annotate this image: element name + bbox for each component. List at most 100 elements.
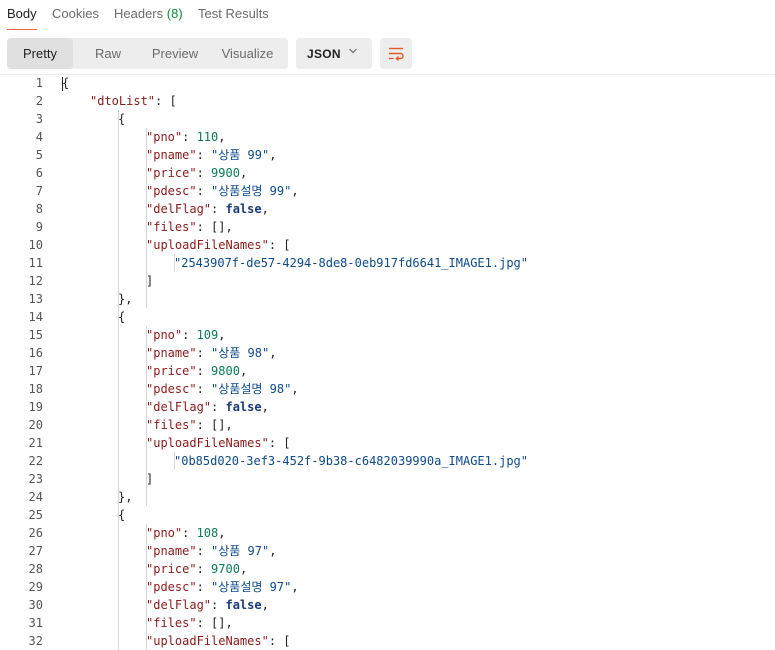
json-punctuation: , bbox=[239, 166, 248, 180]
code-line-content: }, bbox=[118, 290, 132, 308]
line-number: 23 bbox=[28, 472, 43, 486]
json-punctuation: : bbox=[196, 166, 212, 180]
tab-test-results-label: Test Results bbox=[198, 6, 269, 21]
json-punctuation: : bbox=[196, 382, 212, 396]
tab-body-label: Body bbox=[7, 6, 37, 21]
code-line-content: "pdesc": "상품설명 97", bbox=[146, 578, 299, 596]
code-line-content: "price": 9800, bbox=[146, 362, 247, 380]
wrap-lines-button[interactable] bbox=[380, 38, 412, 69]
line-number: 15 bbox=[28, 328, 43, 342]
code-line: 24}, bbox=[0, 488, 775, 506]
code-line: 27 "pname": "상품 97", bbox=[0, 542, 775, 560]
json-punctuation: : [ bbox=[268, 238, 291, 252]
chevron-down-icon bbox=[349, 48, 357, 54]
json-punctuation: : [ bbox=[155, 94, 177, 108]
json-punctuation: : bbox=[196, 544, 212, 558]
json-boolean: false bbox=[225, 400, 262, 414]
code-line-content: { bbox=[62, 74, 69, 92]
json-punctuation: : bbox=[182, 130, 197, 144]
json-key: "delFlag" bbox=[146, 400, 212, 414]
line-number: 21 bbox=[28, 436, 43, 450]
code-line: 1{ bbox=[0, 74, 775, 92]
code-line: 7 "pdesc": "상품설명 99", bbox=[0, 182, 775, 200]
code-line-content: "files": [], bbox=[146, 614, 233, 632]
json-punctuation: : bbox=[196, 148, 212, 162]
json-punctuation: : bbox=[182, 526, 197, 540]
code-line-content: { bbox=[118, 308, 125, 326]
json-key: "pno" bbox=[146, 328, 183, 342]
json-string: "상품설명 98" bbox=[211, 382, 292, 396]
response-body-viewer[interactable]: 1{2 "dtoList": [3{4 "pno": 110, 5 "pname": "… bbox=[0, 74, 775, 650]
code-line-content: "pno": 108, bbox=[146, 524, 226, 542]
json-punctuation: , bbox=[218, 526, 226, 540]
line-number: 30 bbox=[28, 598, 43, 612]
line-number: 32 bbox=[28, 634, 43, 648]
code-line-content: "price": 9700, bbox=[146, 560, 247, 578]
line-number: 10 bbox=[28, 238, 43, 252]
tab-test-results[interactable]: Test Results bbox=[198, 6, 269, 21]
code-line-content: { bbox=[118, 506, 125, 524]
line-number: 5 bbox=[35, 148, 43, 162]
json-key: "files" bbox=[146, 220, 197, 234]
tab-cookies[interactable]: Cookies bbox=[52, 6, 99, 21]
code-line: 21 "uploadFileNames": [ bbox=[0, 434, 775, 452]
code-line: 28 "price": 9700, bbox=[0, 560, 775, 578]
json-boolean: false bbox=[225, 202, 262, 216]
code-line: 18 "pdesc": "상품설명 98", bbox=[0, 380, 775, 398]
code-line: 31 "files": [], bbox=[0, 614, 775, 632]
line-number: 20 bbox=[28, 418, 43, 432]
line-number: 11 bbox=[28, 256, 43, 270]
code-line-content: "delFlag": false, bbox=[146, 398, 269, 416]
tab-body[interactable]: Body bbox=[7, 6, 37, 21]
code-line-content: "delFlag": false, bbox=[146, 200, 269, 218]
code-line-content: "dtoList": [ bbox=[90, 92, 177, 110]
json-punctuation: , bbox=[218, 328, 226, 342]
json-key: "dtoList" bbox=[90, 94, 156, 108]
code-line-content: "pno": 109, bbox=[146, 326, 226, 344]
json-punctuation: , bbox=[291, 382, 299, 396]
json-punctuation: { bbox=[118, 310, 126, 324]
code-line: 15 "pno": 109, bbox=[0, 326, 775, 344]
json-string: "상품 97" bbox=[211, 544, 270, 558]
json-number: 9700 bbox=[211, 562, 240, 576]
code-line-content: ] bbox=[146, 272, 153, 290]
code-line-content: "pdesc": "상품설명 98", bbox=[146, 380, 299, 398]
line-number: 6 bbox=[35, 166, 43, 180]
json-punctuation: : bbox=[211, 598, 226, 612]
line-number: 4 bbox=[35, 130, 43, 144]
view-mode-pretty[interactable]: Pretty bbox=[7, 38, 73, 69]
code-line-content: "pname": "상품 99", bbox=[146, 146, 276, 164]
json-string: "0b85d020-3ef3-452f-9b38-c6482039990a_IM… bbox=[174, 454, 529, 468]
json-string: "상품 99" bbox=[211, 148, 270, 162]
code-line: 32 "uploadFileNames": [ bbox=[0, 632, 775, 650]
json-punctuation: : bbox=[196, 346, 212, 360]
line-number: 28 bbox=[28, 562, 43, 576]
line-number: 1 bbox=[35, 76, 43, 90]
json-punctuation: }, bbox=[118, 292, 133, 306]
json-punctuation: , bbox=[261, 202, 269, 216]
tab-headers[interactable]: Headers (8) bbox=[114, 6, 183, 21]
code-line-content: "delFlag": false, bbox=[146, 596, 269, 614]
json-key: "pname" bbox=[146, 544, 197, 558]
line-number: 22 bbox=[28, 454, 43, 468]
json-punctuation: }, bbox=[118, 490, 133, 504]
json-key: "price" bbox=[146, 166, 197, 180]
view-mode-preview[interactable]: Preview bbox=[143, 38, 207, 69]
code-line: 10 "uploadFileNames": [ bbox=[0, 236, 775, 254]
code-line: 20 "files": [], bbox=[0, 416, 775, 434]
line-number: 31 bbox=[28, 616, 43, 630]
tab-cookies-label: Cookies bbox=[52, 6, 99, 21]
code-line-content: "2543907f-de57-4294-8de8-0eb917fd6641_IM… bbox=[174, 254, 528, 272]
code-line-content: "0b85d020-3ef3-452f-9b38-c6482039990a_IM… bbox=[174, 452, 528, 470]
view-mode-raw[interactable]: Raw bbox=[73, 38, 143, 69]
json-key: "files" bbox=[146, 616, 197, 630]
code-line-content: "files": [], bbox=[146, 416, 233, 434]
format-select[interactable]: JSON bbox=[296, 38, 372, 69]
code-line-content: }, bbox=[118, 488, 132, 506]
view-mode-visualize[interactable]: Visualize bbox=[207, 38, 288, 69]
json-punctuation: ] bbox=[146, 472, 154, 486]
json-punctuation: , bbox=[291, 580, 299, 594]
tab-headers-label: Headers bbox=[114, 6, 164, 21]
json-punctuation: : bbox=[196, 580, 212, 594]
code-line-content: "files": [], bbox=[146, 218, 233, 236]
